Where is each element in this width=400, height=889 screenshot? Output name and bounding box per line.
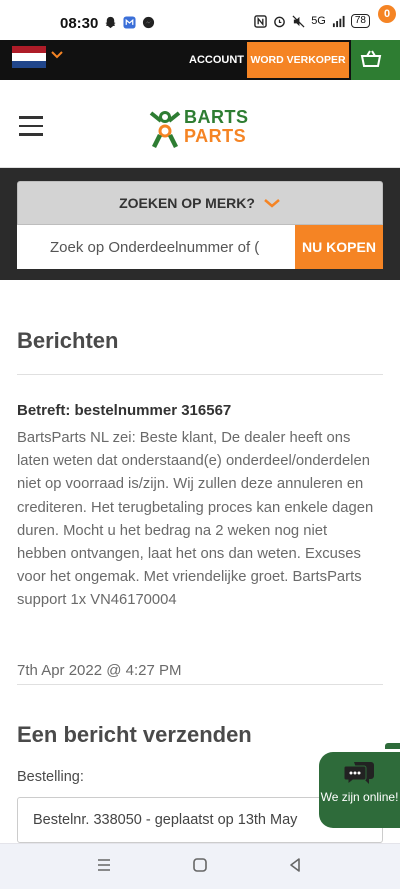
back-icon[interactable]: [287, 857, 303, 873]
logo-mascot-icon: [149, 111, 181, 149]
system-nav-bar: [0, 843, 400, 889]
become-seller-button[interactable]: WORD VERKOPER: [247, 42, 349, 78]
system-icons: 5G 78: [254, 14, 370, 28]
chat-widget-label: We zijn online!: [320, 790, 399, 804]
messenger-icon: [142, 16, 155, 29]
message-divider: [17, 684, 383, 685]
message-subject: Betreft: bestelnummer 316567: [17, 402, 232, 419]
menu-icon[interactable]: [19, 116, 43, 136]
chevron-down-icon[interactable]: [50, 50, 64, 60]
status-bar: 08:30 5G 78: [0, 0, 400, 40]
basket-icon: [360, 50, 382, 67]
brand-search-toggle[interactable]: ZOEKEN OP MERK?: [17, 181, 383, 225]
page-title: Berichten: [17, 328, 119, 353]
language-flag-icon[interactable]: [12, 46, 46, 68]
battery-indicator: 78: [350, 14, 370, 28]
home-icon[interactable]: [192, 857, 208, 873]
part-search-row: NU KOPEN: [17, 225, 383, 269]
buy-now-button[interactable]: NU KOPEN: [295, 225, 383, 269]
alarm-icon: [274, 16, 286, 27]
message-date: 7th Apr 2022 @ 4:27 PM: [17, 662, 182, 679]
bartsparts-logo[interactable]: BARTS PARTS: [148, 105, 258, 151]
cart-button[interactable]: [351, 40, 400, 80]
snapchat-icon: [105, 16, 116, 29]
live-chat-widget[interactable]: We zijn online!: [319, 752, 400, 828]
recent-apps-icon[interactable]: [96, 857, 112, 873]
chat-bubble-icon: [343, 762, 374, 786]
send-message-title: Een bericht verzenden: [17, 722, 252, 747]
status-time: 08:30: [60, 15, 99, 32]
signal-icon: [332, 15, 345, 27]
network-type: 5G: [311, 15, 326, 27]
title-divider: [17, 374, 383, 375]
app-notification-icon: [123, 16, 136, 29]
part-number-input[interactable]: [17, 225, 295, 269]
message-body: BartsParts NL zei: Beste klant, De deale…: [17, 430, 374, 609]
account-link[interactable]: ACCOUNT: [189, 54, 244, 66]
order-label: Bestelling:: [17, 769, 84, 785]
chevron-down-icon: [264, 199, 280, 208]
nfc-icon: [254, 14, 267, 28]
logo-text-parts: PARTS: [184, 126, 247, 146]
brand-search-label: ZOEKEN OP MERK?: [119, 195, 255, 211]
mute-icon: [292, 15, 305, 27]
top-bar: ACCOUNT WORD VERKOPER: [0, 40, 400, 80]
notification-icons: [104, 16, 155, 29]
chat-widget-tab: [385, 743, 400, 749]
logo-text-barts: BARTS: [184, 107, 249, 127]
cart-count-badge: 0: [378, 5, 396, 23]
